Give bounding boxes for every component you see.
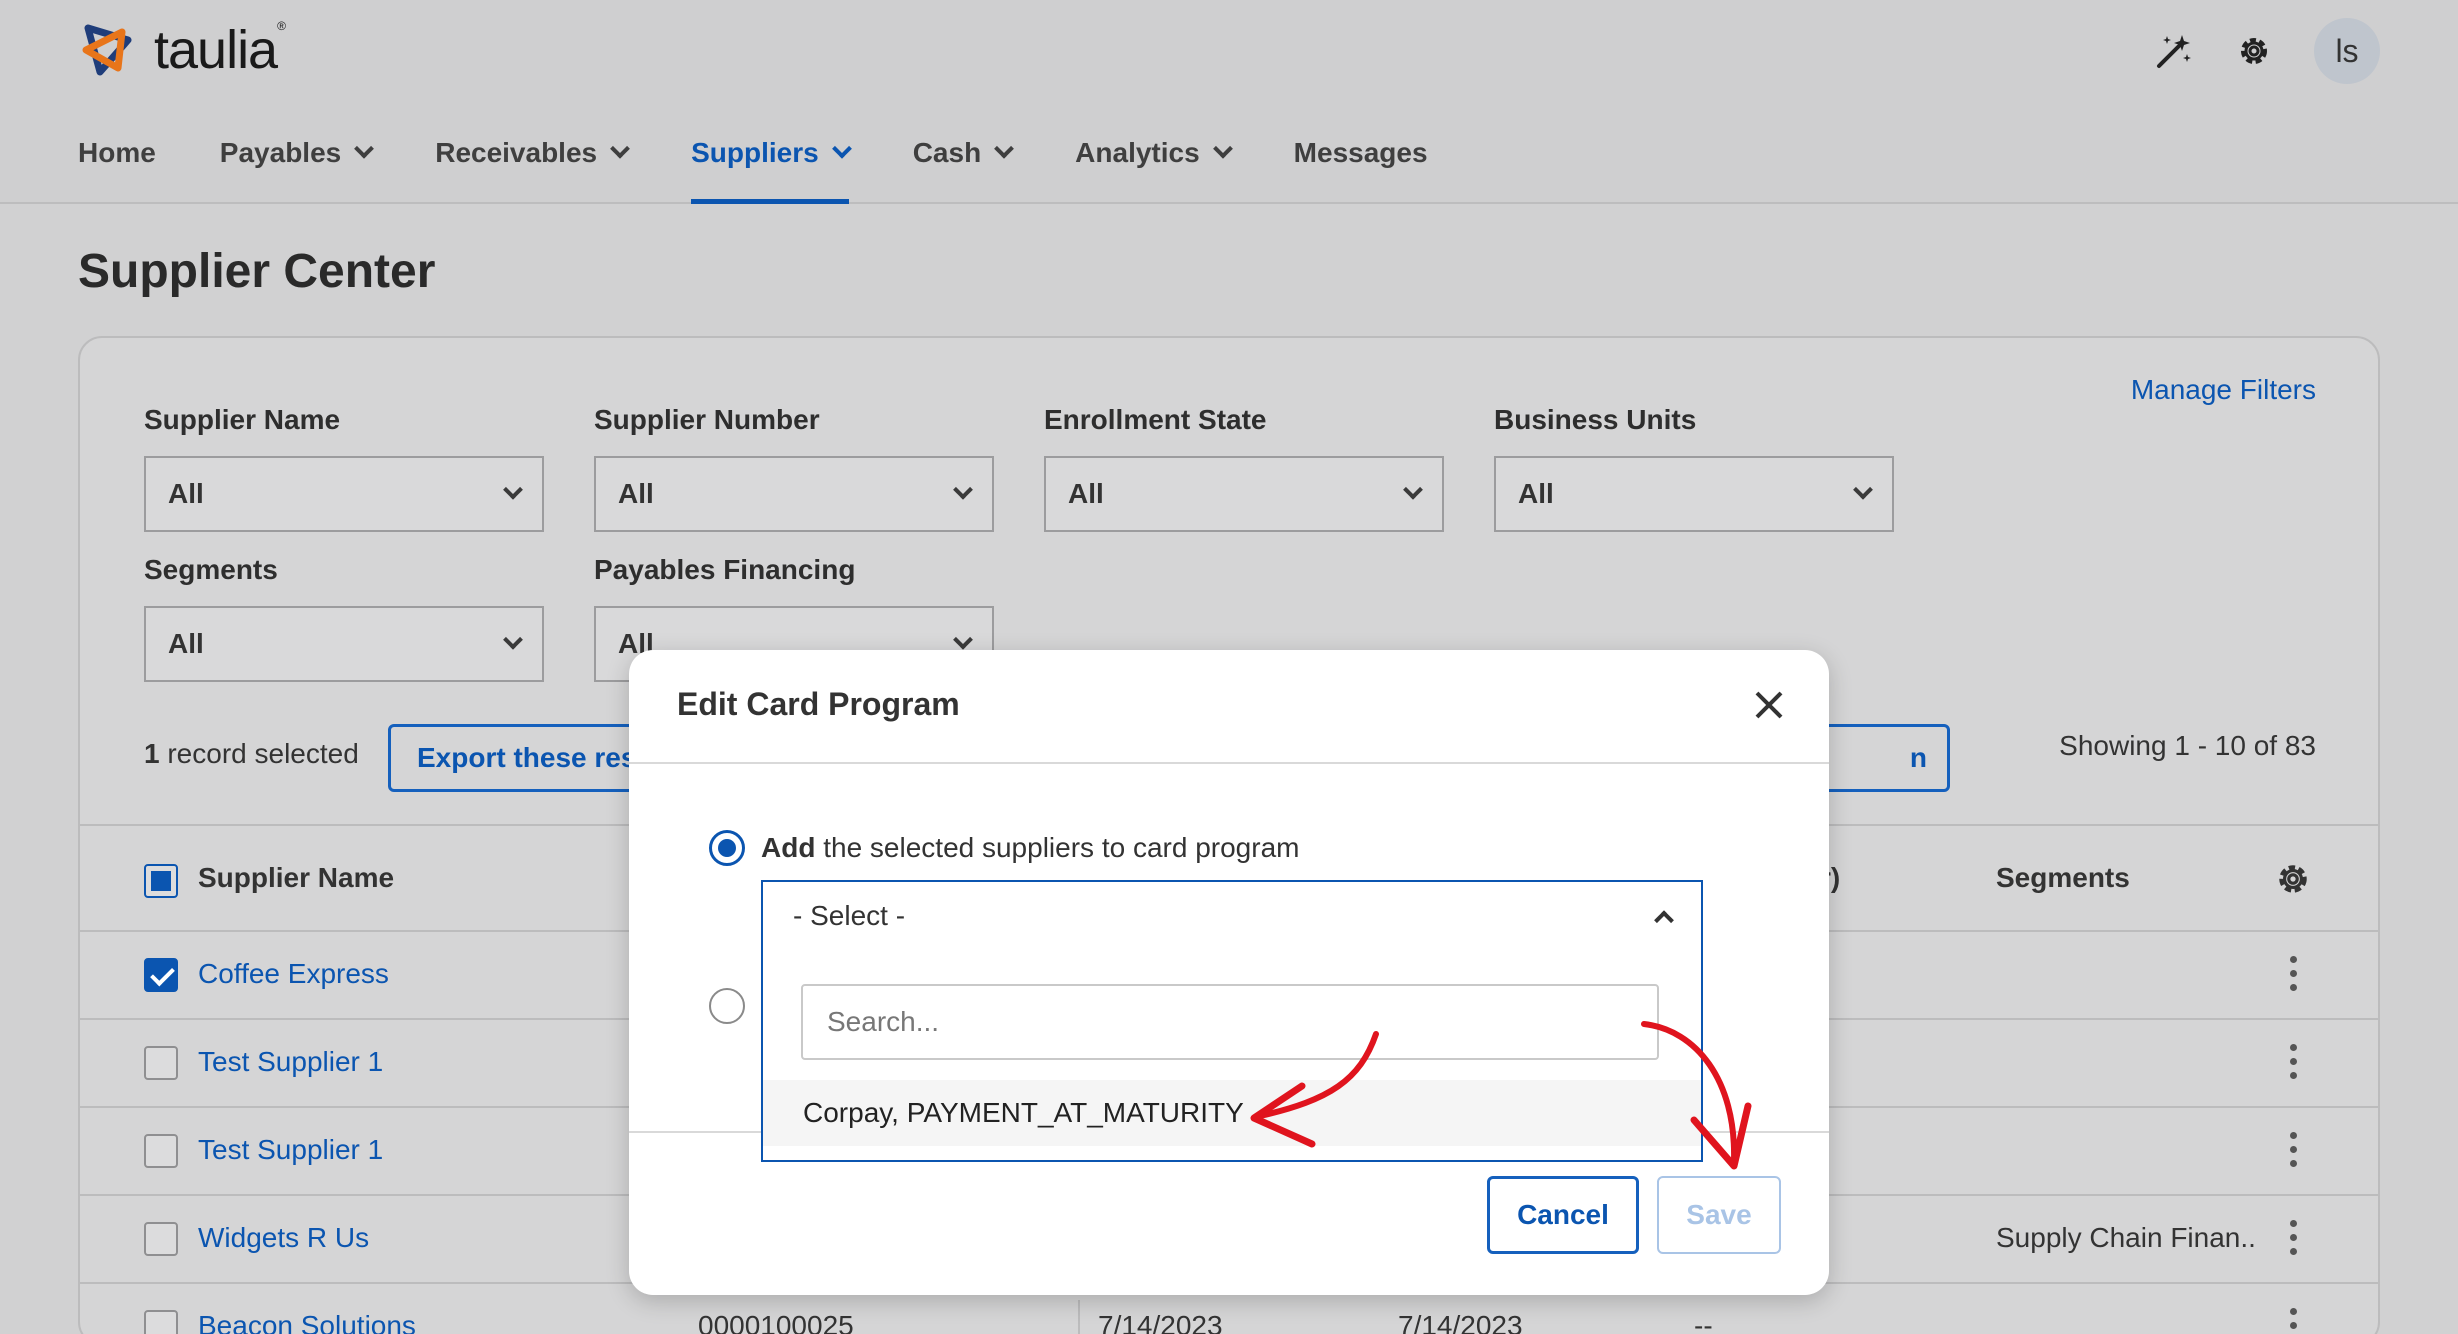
- chevron-down-icon: [610, 138, 631, 159]
- add-to-program-label[interactable]: Add the selected suppliers to card progr…: [761, 832, 1299, 864]
- select-all-checkbox[interactable]: [144, 864, 178, 898]
- column-divider: [1078, 1300, 1080, 1334]
- column-header-supplier-name[interactable]: Supplier Name: [198, 862, 394, 894]
- second-option-radio[interactable]: [709, 988, 745, 1024]
- filter-enrollment-state: Enrollment State All: [1044, 404, 1444, 532]
- date-cell: 7/14/2023: [1398, 1310, 1523, 1334]
- results-count: Showing 1 - 10 of 83: [2059, 730, 2316, 761]
- chevron-down-icon: [953, 629, 973, 650]
- supplier-name-link[interactable]: Test Supplier 1: [198, 1134, 383, 1166]
- filter-supplier-number-select[interactable]: All: [594, 456, 994, 532]
- nav-home[interactable]: Home: [78, 128, 156, 204]
- logo-text: taulia®: [154, 19, 286, 80]
- modal-divider: [629, 762, 1829, 764]
- taulia-logo-icon: [82, 24, 132, 76]
- chevron-down-icon: [953, 479, 973, 500]
- user-avatar[interactable]: ls: [2314, 18, 2380, 84]
- filter-supplier-name: Supplier Name All: [144, 404, 544, 532]
- filter-segments-select[interactable]: All: [144, 606, 544, 682]
- save-button[interactable]: Save: [1657, 1176, 1781, 1254]
- magic-wand-icon[interactable]: [2154, 31, 2194, 71]
- supplier-name-link[interactable]: Coffee Express: [198, 958, 389, 990]
- supplier-name-link[interactable]: Beacon Solutions: [198, 1310, 416, 1334]
- nav-messages[interactable]: Messages: [1294, 128, 1428, 204]
- close-icon[interactable]: [1749, 686, 1789, 726]
- chevron-up-icon: [1654, 910, 1674, 931]
- nav-analytics[interactable]: Analytics: [1075, 128, 1233, 204]
- row-checkbox[interactable]: [144, 1134, 178, 1168]
- nav-cash[interactable]: Cash: [913, 128, 1015, 204]
- modal-title: Edit Card Program: [677, 686, 960, 722]
- nav-payables[interactable]: Payables: [220, 128, 375, 204]
- column-header-segments[interactable]: Segments: [1996, 862, 2130, 894]
- records-selected: 1 record selected: [144, 738, 359, 769]
- chevron-down-icon: [503, 479, 523, 500]
- filter-label: Enrollment State: [1044, 404, 1267, 435]
- edit-card-program-modal: Edit Card Program Add the selected suppl…: [629, 650, 1829, 1295]
- settings-gear-icon[interactable]: [2234, 31, 2274, 71]
- supplier-number-cell: 0000100025: [698, 1310, 854, 1334]
- chevron-down-icon: [503, 629, 523, 650]
- chevron-down-icon: [1212, 138, 1233, 159]
- cancel-button[interactable]: Cancel: [1487, 1176, 1639, 1254]
- main-nav: Home Payables Receivables Suppliers Cash…: [78, 128, 1492, 204]
- extra-cell: --: [1694, 1310, 1713, 1334]
- date-cell: 7/14/2023: [1098, 1310, 1223, 1334]
- top-icons: ls: [2154, 18, 2380, 84]
- taulia-logo[interactable]: taulia®: [78, 19, 286, 80]
- segments-cell: Supply Chain Finan..: [1996, 1222, 2256, 1253]
- chevron-down-icon: [1853, 479, 1873, 500]
- filter-label: Supplier Number: [594, 404, 820, 435]
- row-more-menu-icon[interactable]: [2290, 1044, 2298, 1084]
- filter-business-units-select[interactable]: All: [1494, 456, 1894, 532]
- row-more-menu-icon[interactable]: [2290, 1220, 2298, 1260]
- column-settings-gear-icon[interactable]: [2274, 860, 2312, 903]
- top-bar: taulia® ls Home Payables Receivables Sup…: [0, 0, 2458, 204]
- program-search-input[interactable]: [801, 984, 1659, 1060]
- supplier-name-link[interactable]: Widgets R Us: [198, 1222, 369, 1254]
- filter-segments: Segments All: [144, 554, 544, 682]
- chevron-down-icon: [994, 138, 1015, 159]
- manage-filters-link[interactable]: Manage Filters: [2131, 374, 2316, 406]
- row-checkbox[interactable]: [144, 1046, 178, 1080]
- filter-supplier-name-select[interactable]: All: [144, 456, 544, 532]
- row-more-menu-icon[interactable]: [2290, 1308, 2298, 1334]
- row-checkbox[interactable]: [144, 958, 178, 992]
- filter-label: Supplier Name: [144, 404, 341, 435]
- nav-suppliers[interactable]: Suppliers: [691, 128, 852, 204]
- row-checkbox[interactable]: [144, 1222, 178, 1256]
- supplier-name-link[interactable]: Test Supplier 1: [198, 1046, 383, 1078]
- filter-label: Payables Financing: [594, 554, 856, 585]
- chevron-down-icon: [354, 138, 375, 159]
- card-program-dropdown: Corpay, PAYMENT_AT_MATURITY: [761, 950, 1703, 1162]
- filter-enrollment-state-select[interactable]: All: [1044, 456, 1444, 532]
- card-program-select[interactable]: - Select -: [761, 880, 1703, 952]
- row-checkbox[interactable]: [144, 1310, 178, 1334]
- filter-label: Business Units: [1494, 404, 1697, 435]
- page-title: Supplier Center: [78, 245, 436, 298]
- filter-label: Segments: [144, 554, 278, 585]
- row-more-menu-icon[interactable]: [2290, 1132, 2298, 1172]
- row-more-menu-icon[interactable]: [2290, 956, 2298, 996]
- nav-receivables[interactable]: Receivables: [435, 128, 631, 204]
- add-to-program-radio[interactable]: [709, 830, 745, 866]
- program-option[interactable]: Corpay, PAYMENT_AT_MATURITY: [763, 1080, 1701, 1146]
- filter-business-units: Business Units All: [1494, 404, 1894, 532]
- chevron-down-icon: [831, 138, 852, 159]
- filter-supplier-number: Supplier Number All: [594, 404, 994, 532]
- chevron-down-icon: [1403, 479, 1423, 500]
